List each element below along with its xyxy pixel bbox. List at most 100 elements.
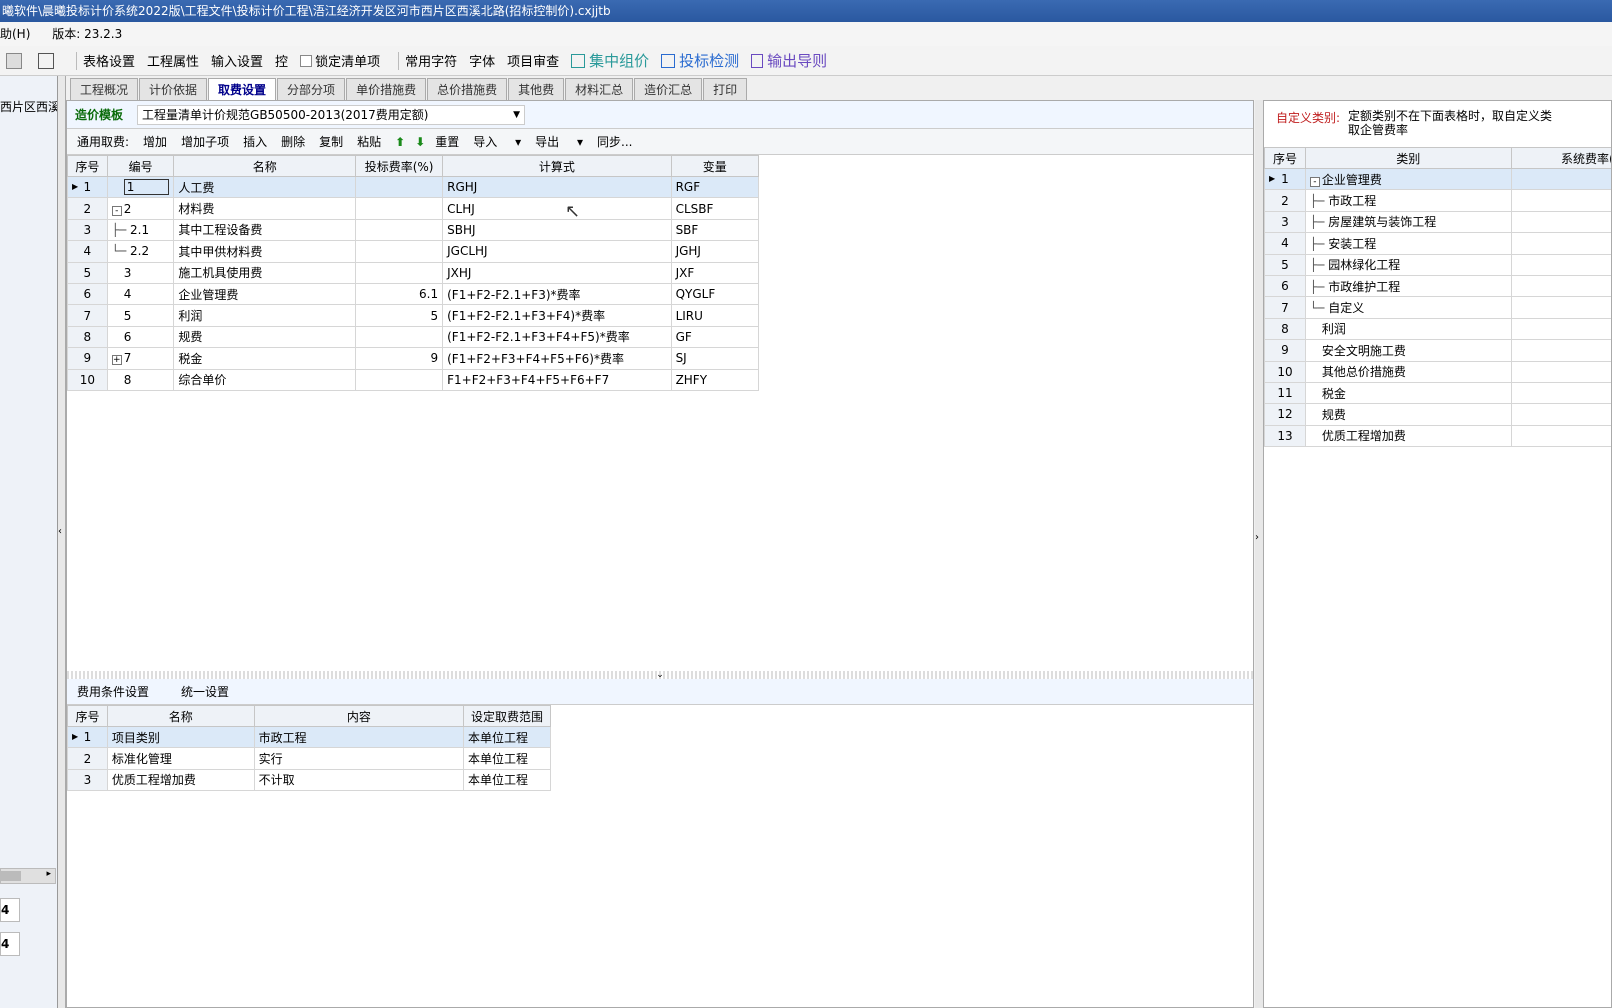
project-review-button[interactable]: 项目审查 [507,51,559,70]
scope-cell[interactable]: 本单位工程 [463,747,551,770]
table-row[interactable]: 4 └─ 2.2 其中甲供材料费 JGCLHJ JGHJ [67,240,760,263]
tab-2[interactable]: 取费设置 [208,78,277,101]
table-row[interactable]: ▶ 1 项目类别 市政工程 本单位工程 [67,725,551,749]
code-cell[interactable]: +7 [106,347,175,370]
tab-7[interactable]: 材料汇总 [565,78,634,100]
add-child-button[interactable]: 增加子项 [181,133,229,150]
rate-cell[interactable] [355,368,444,391]
name-cell[interactable]: 其中工程设备费 [173,218,357,242]
rate-cell[interactable]: 7 [1510,232,1611,255]
tab-fee-conditions[interactable]: 费用条件设置 [77,683,149,700]
tab-1[interactable]: 计价依据 [139,78,208,100]
name-cell[interactable]: 施工机具使用费 [173,261,357,284]
scope-cell[interactable]: 本单位工程 [463,768,551,792]
control-button[interactable]: 控 [275,51,288,70]
rate-cell[interactable] [1510,381,1611,405]
code-cell[interactable]: 8 [106,368,175,391]
variable-cell[interactable]: RGF [670,175,760,199]
rate-cell[interactable] [355,197,444,220]
table-row[interactable]: ▶ 1 1 人工费 RGHJ RGF [67,175,760,199]
code-cell[interactable]: └─ 2.2 [106,240,175,263]
collapse-left-icon[interactable]: ‹ [58,526,62,537]
export-button[interactable]: 导出 ▾ [535,133,583,150]
insert-button[interactable]: 插入 [243,133,267,150]
table-row[interactable]: 4├─ 安装工程7 [1264,232,1611,255]
variable-cell[interactable]: LIRU [670,304,760,327]
name-cell[interactable]: 标准化管理 [106,747,255,770]
horizontal-splitter[interactable]: ⌄ [67,671,1253,680]
name-cell[interactable]: 规费 [173,325,357,349]
variable-cell[interactable]: JGHJ [670,240,760,263]
formula-cell[interactable]: (F1+F2-F2.1+F3+F4)*费率 [442,304,672,327]
table-row[interactable]: 5 3 施工机具使用费 JXHJ JXF [67,261,760,284]
delete-button[interactable]: 删除 [281,133,305,150]
name-cell[interactable]: 税金 [173,347,357,370]
rate-cell[interactable] [355,325,444,349]
category-cell[interactable]: 其他总价措施费 [1304,360,1512,383]
category-cell[interactable]: - 企业管理费 [1304,167,1512,191]
tab-0[interactable]: 工程概况 [70,78,139,100]
lock-list-checkbox[interactable]: 锁定清单项 [300,51,380,70]
category-cell[interactable]: 规费 [1304,403,1512,426]
sync-button[interactable]: 同步... [597,133,632,150]
category-cell[interactable]: 利润 [1304,317,1512,341]
table-row[interactable]: 12 规费 [1264,403,1611,426]
right-splitter[interactable]: › [1255,100,1263,1008]
variable-cell[interactable]: SBF [670,218,760,242]
menu-help[interactable]: 助(H) [0,27,30,41]
rate-cell[interactable] [1510,424,1611,448]
code-cell[interactable]: 6 [106,325,175,349]
formula-cell[interactable]: JGCLHJ [442,240,672,263]
table-row[interactable]: ▶ 1- 企业管理费 [1264,167,1611,191]
exit-icon[interactable] [38,52,58,69]
content-cell[interactable]: 不计取 [253,768,465,792]
table-row[interactable]: 7└─ 自定义7 [1264,296,1611,319]
table-row[interactable]: 9 安全文明施工费 2 [1264,339,1611,362]
name-cell[interactable]: 项目类别 [106,725,255,749]
formula-cell[interactable]: F1+F2+F3+F4+F5+F6+F7 [442,368,672,391]
rate-cell[interactable]: 7 [1510,210,1611,234]
table-row[interactable]: 8 利润 [1264,317,1611,341]
category-cell[interactable]: ├─ 安装工程 [1304,232,1512,255]
name-cell[interactable]: 人工费 [173,175,357,199]
bid-check-button[interactable]: 投标检测 [661,50,739,71]
content-cell[interactable]: 市政工程 [253,725,465,749]
rate-cell[interactable]: 7 [1510,189,1611,212]
rate-cell[interactable] [355,240,444,263]
table-row[interactable]: 10 其他总价措施费 0 [1264,360,1611,383]
rate-cell[interactable] [1510,403,1611,426]
left-field-1[interactable]: 4 [0,898,20,922]
code-cell[interactable]: 3 [106,261,175,284]
rate-cell[interactable] [1510,317,1611,341]
tab-3[interactable]: 分部分项 [277,78,346,100]
calculator-icon[interactable] [6,52,26,69]
move-down-icon[interactable]: ⬇ [415,135,425,149]
tree-scrollbar[interactable]: ▸ [0,868,56,884]
central-pricing-button[interactable]: 集中组价 [571,50,649,71]
table-row[interactable]: 10 8 综合单价 F1+F2+F3+F4+F5+F6+F7 ZHFY [67,368,760,391]
rate-cell[interactable] [355,261,444,284]
variable-cell[interactable]: CLSBF [670,197,760,220]
scroll-right-icon[interactable]: ▸ [46,869,51,879]
category-cell[interactable]: 优质工程增加费 [1304,424,1512,448]
formula-cell[interactable]: (F1+F2-F2.1+F3)*费率 [442,282,672,306]
rate-cell[interactable]: 2 [1510,339,1611,362]
scope-cell[interactable]: 本单位工程 [463,725,551,749]
name-cell[interactable]: 综合单价 [173,368,357,391]
category-cell[interactable]: ├─ 园林绿化工程 [1304,253,1512,276]
formula-cell[interactable]: RGHJ [442,175,672,199]
table-row[interactable]: 2├─ 市政工程7 [1264,189,1611,212]
table-settings-button[interactable]: 表格设置 [83,51,135,70]
formula-cell[interactable]: CLHJ [442,197,672,220]
rate-cell[interactable]: 7 [1510,253,1611,276]
table-row[interactable]: 11 税金 [1264,381,1611,405]
left-splitter[interactable]: ‹ [58,76,66,1008]
common-chars-button[interactable]: 常用字符 [405,51,457,70]
table-row[interactable]: 2 标准化管理 实行 本单位工程 [67,747,551,770]
code-cell[interactable]: 4 [106,282,175,306]
formula-cell[interactable]: (F1+F2-F2.1+F3+F4+F5)*费率 [442,325,672,349]
table-row[interactable]: 13 优质工程增加费 [1264,424,1611,448]
tab-4[interactable]: 单价措施费 [346,78,427,100]
category-cell[interactable]: └─ 自定义 [1304,296,1512,319]
import-button[interactable]: 导入 ▾ [473,133,521,150]
